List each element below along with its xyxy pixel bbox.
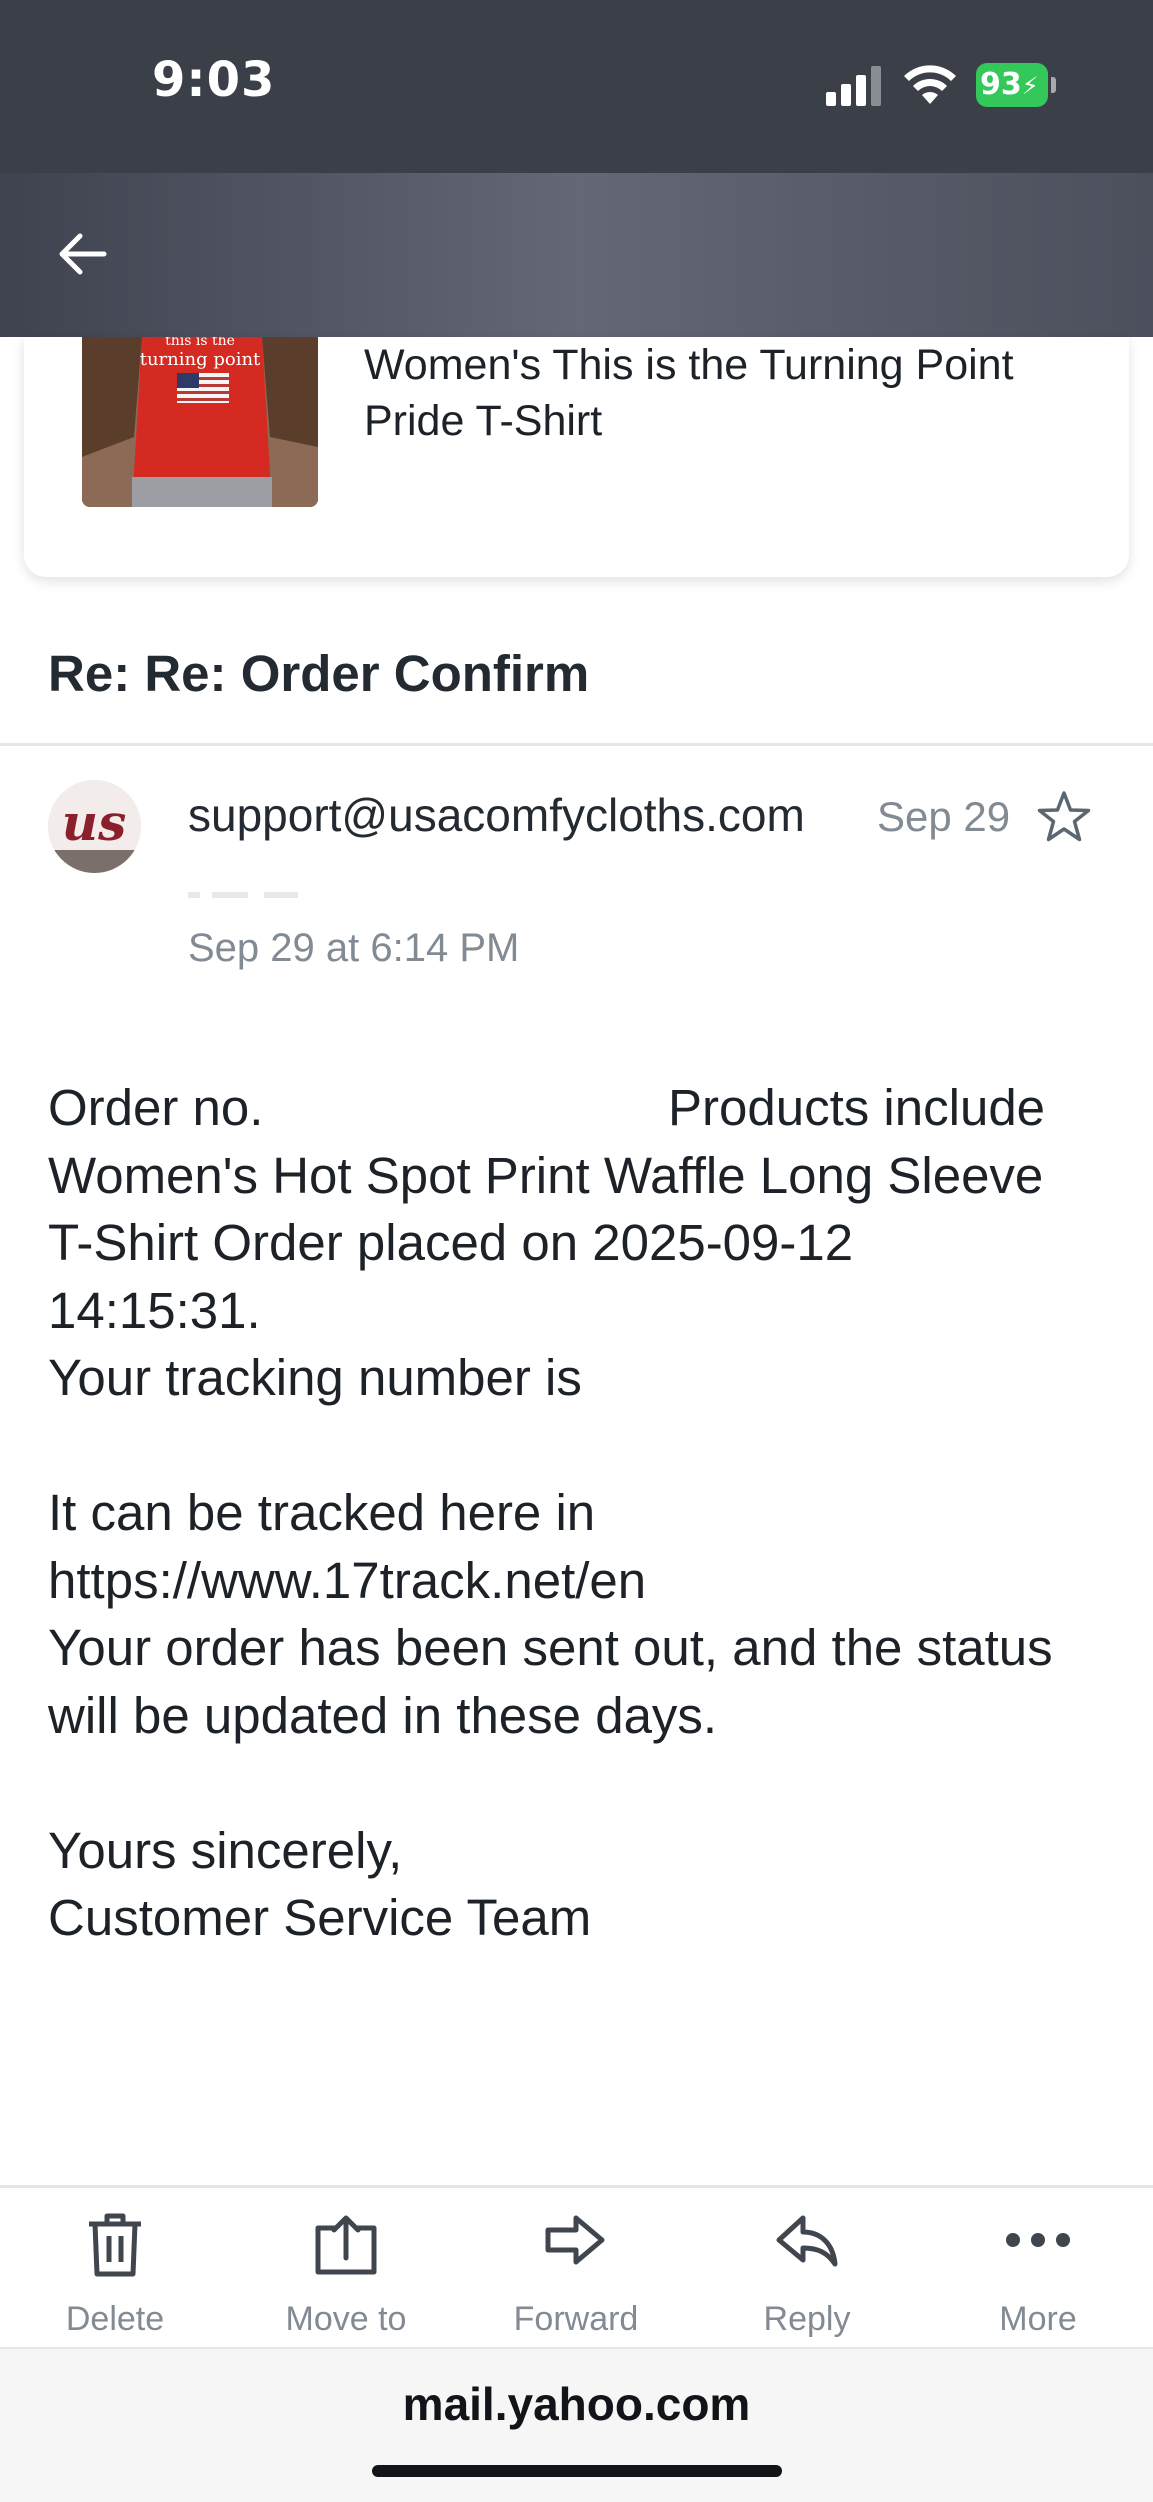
order-no-label: Order no. <box>48 1079 264 1136</box>
signature-line: Customer Service Team <box>48 1889 592 1946</box>
body-line: T-Shirt Order placed on 2025-09-12 <box>48 1214 854 1271</box>
move-to-icon <box>315 2215 377 2275</box>
battery-icon: 93⚡ <box>976 63 1056 107</box>
order-line: Order no. Products include <box>48 1074 1118 1142</box>
more-dots-icon <box>1006 2233 1070 2247</box>
status-time: 9:03 <box>152 52 276 108</box>
forward-icon <box>545 2215 605 2265</box>
back-arrow-icon[interactable] <box>56 232 108 276</box>
more-button[interactable]: More <box>938 2188 1138 2350</box>
star-icon[interactable] <box>1036 790 1092 844</box>
thumbnail-text-1: this is the <box>165 337 235 349</box>
email-subject: Re: Re: Order Confirm <box>48 645 590 702</box>
signoff-line: Yours sincerely, <box>48 1821 403 1879</box>
home-indicator[interactable] <box>372 2465 782 2477</box>
delete-label: Delete <box>65 2300 165 2338</box>
cellular-signal-icon <box>826 66 881 106</box>
body-line: Your tracking number is <box>48 1349 582 1406</box>
body-line: Your order has been sent out, and the st… <box>48 1619 1053 1676</box>
forward-button[interactable]: Forward <box>476 2188 676 2350</box>
trash-icon <box>89 2213 141 2277</box>
email-body: Order no. Products include Women's Hot Sp… <box>48 1074 1118 1952</box>
sender-avatar[interactable]: us <box>48 780 141 873</box>
body-line: Women's Hot Spot Print Waffle Long Sleev… <box>48 1146 1044 1204</box>
status-bar: 9:03 93⚡ <box>0 0 1153 173</box>
reply-label: Reply <box>763 2300 851 2338</box>
email-date-short: Sep 29 <box>877 793 1011 840</box>
product-thumbnail[interactable]: this is the turning point <box>82 337 318 507</box>
body-line: will be updated in these days. <box>48 1686 718 1744</box>
browser-url-bar[interactable]: mail.yahoo.com <box>0 2347 1153 2502</box>
product-card[interactable]: this is the turning point Women's This i… <box>24 337 1129 577</box>
thumbnail-text-2: turning point <box>139 349 261 370</box>
sender-email[interactable]: support@usacomfycloths.com <box>188 788 805 842</box>
forward-label: Forward <box>513 2300 639 2338</box>
product-title[interactable]: Women's This is the Turning Point Pride … <box>364 337 1094 449</box>
reply-icon <box>776 2215 838 2267</box>
redacted-recipient <box>188 892 448 898</box>
email-date-full: Sep 29 at 6:14 PM <box>188 926 520 970</box>
reply-button[interactable]: Reply <box>707 2188 907 2350</box>
url-text[interactable]: mail.yahoo.com <box>0 2377 1153 2431</box>
delete-button[interactable]: Delete <box>15 2188 215 2350</box>
move-to-button[interactable]: Move to <box>246 2188 446 2350</box>
divider <box>0 743 1153 746</box>
avatar-text: us <box>62 793 127 852</box>
battery-level: 93 <box>980 67 1022 102</box>
products-include-label: Products include <box>668 1079 1046 1136</box>
tracking-link[interactable]: https://www.17track.net/en <box>48 1547 1118 1615</box>
move-to-label: Move to <box>285 2300 407 2338</box>
email-action-toolbar: Delete Move to Forward Reply More <box>0 2185 1153 2350</box>
body-line: 14:15:31. <box>48 1281 261 1339</box>
wifi-icon <box>904 65 956 104</box>
more-label: More <box>999 2300 1077 2338</box>
body-line: It can be tracked here in <box>48 1484 596 1541</box>
email-header-bar <box>0 173 1153 337</box>
